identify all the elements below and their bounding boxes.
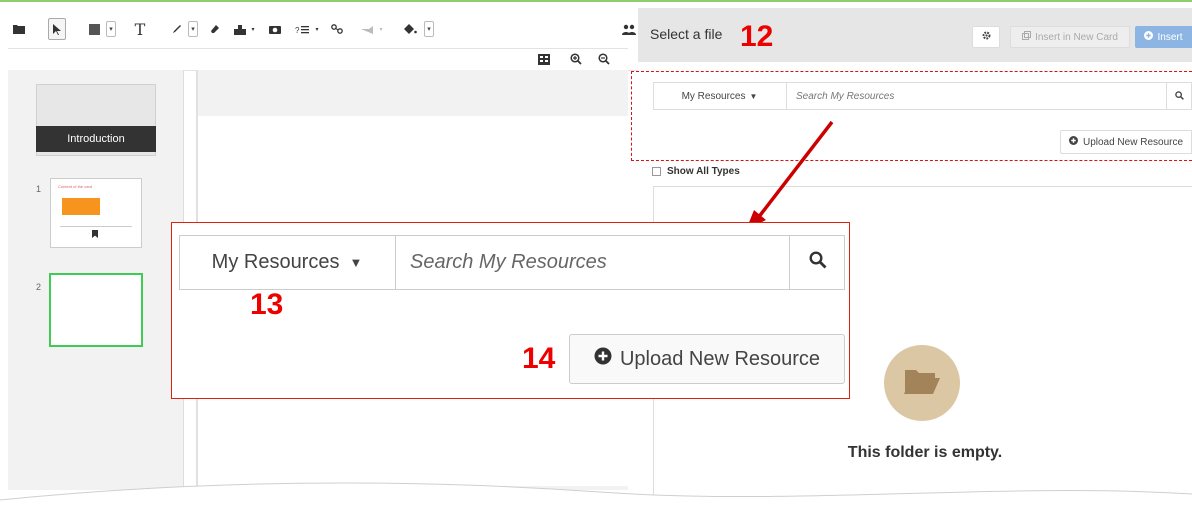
gear-icon — [982, 31, 991, 43]
zoom-out-icon[interactable] — [598, 52, 612, 66]
show-all-label: Show All Types — [667, 166, 740, 177]
slide-1-title: Content of the card — [58, 184, 93, 189]
search-input-large[interactable]: Search My Resources — [410, 235, 780, 290]
intro-slide-label: Introduction — [36, 126, 156, 152]
pointer-icon[interactable] — [48, 18, 66, 40]
annotation-number-14: 14 — [522, 342, 556, 375]
zoom-in-icon[interactable] — [570, 52, 584, 66]
resources-dropdown-label-large: My Resources — [211, 251, 340, 273]
annotation-number-13: 13 — [250, 288, 284, 321]
pen-icon[interactable] — [170, 18, 184, 40]
text-icon[interactable]: T — [132, 18, 148, 40]
caret-down-icon: ▼ — [749, 91, 758, 101]
top-accent-line — [0, 0, 1192, 2]
torn-edge-decoration — [0, 482, 1192, 506]
plus-circle-icon — [594, 347, 612, 371]
resources-dropdown-large[interactable]: My Resources ▼ — [179, 235, 396, 290]
upload-label-large: Upload New Resource — [619, 347, 821, 370]
list-icon[interactable]: ? — [294, 18, 312, 40]
toolbar: ▾ T ▾ ▾ ? ▾ ▾ ▾ — [10, 18, 638, 46]
eraser-icon[interactable] — [208, 18, 222, 40]
fill-icon[interactable] — [402, 18, 418, 40]
stamp-dropdown-caret[interactable]: ▾ — [250, 18, 256, 40]
plus-circle-icon — [1068, 136, 1078, 148]
search-input-small[interactable]: Search My Resources — [796, 82, 1156, 110]
annotation-number-12: 12 — [740, 20, 774, 53]
resources-dropdown-small[interactable]: My Resources ▼ — [653, 82, 787, 110]
folder-open-icon — [903, 366, 941, 401]
upload-button-large[interactable]: Upload New Resource — [569, 334, 845, 384]
slide-1-divider — [60, 226, 132, 227]
shape-icon[interactable] — [86, 18, 102, 40]
insert-new-card-button[interactable]: Insert in New Card — [1010, 26, 1130, 48]
resources-dropdown-label: My Resources — [681, 90, 746, 102]
insert-new-card-label: Insert in New Card — [1035, 31, 1118, 43]
shape-dropdown[interactable]: ▾ — [106, 21, 116, 37]
list-dropdown-caret[interactable]: ▾ — [314, 18, 320, 40]
grid-icon[interactable] — [538, 52, 552, 66]
camera-icon[interactable] — [268, 18, 282, 40]
search-icon — [808, 251, 827, 274]
pen-dropdown[interactable]: ▾ — [188, 21, 198, 37]
plus-circle-icon — [1144, 31, 1154, 43]
stamp-icon[interactable] — [232, 18, 248, 40]
show-all-checkbox[interactable] — [652, 167, 661, 176]
slide-thumbnail-2-selected[interactable] — [49, 273, 143, 347]
folder-icon[interactable] — [10, 18, 28, 40]
search-button-large[interactable] — [789, 235, 845, 290]
settings-button[interactable] — [972, 26, 1000, 48]
upload-button-small[interactable]: Upload New Resource — [1060, 130, 1192, 154]
hand-icon — [360, 18, 376, 40]
empty-folder-badge — [884, 345, 960, 421]
slide-1-orange-block — [62, 198, 100, 215]
link-icon[interactable] — [330, 18, 344, 40]
copy-icon — [1022, 31, 1032, 43]
toolbar-divider — [8, 48, 628, 49]
hand-dropdown-caret: ▾ — [379, 26, 383, 33]
fill-dropdown[interactable]: ▾ — [424, 21, 434, 37]
caret-down-icon: ▼ — [349, 255, 363, 270]
users-icon[interactable] — [620, 18, 638, 40]
search-icon — [1175, 87, 1184, 105]
upload-label-small: Upload New Resource — [1082, 136, 1184, 148]
insert-button[interactable]: Insert — [1135, 26, 1192, 48]
slide-number-1: 1 — [36, 184, 42, 194]
slide-number-2: 2 — [36, 282, 42, 292]
empty-folder-message: This folder is empty. — [847, 444, 1003, 461]
insert-label: Insert — [1157, 31, 1183, 43]
pointer-arrow — [746, 120, 834, 230]
show-all-types-toggle[interactable]: Show All Types — [652, 166, 740, 177]
search-button-small[interactable] — [1166, 82, 1192, 110]
svg-text:?: ? — [295, 26, 300, 34]
file-panel-title: Select a file — [650, 26, 723, 42]
